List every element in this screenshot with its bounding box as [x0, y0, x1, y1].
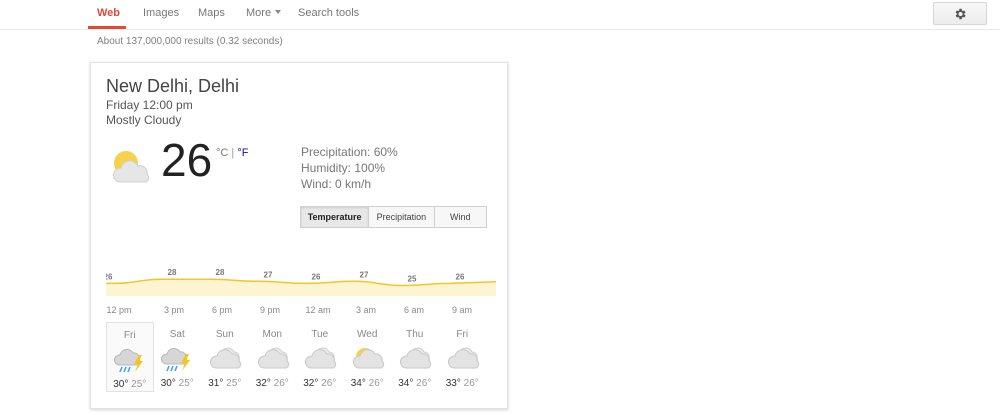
search-nav-bar: Web Images Maps More Search tools: [0, 0, 1000, 30]
cloudy-icon: [305, 347, 337, 369]
weather-card: New Delhi, Delhi Friday 12:00 pm Mostly …: [90, 62, 508, 409]
cloudy-icon: [400, 347, 432, 369]
temperature-view-button[interactable]: Temperature: [301, 207, 370, 227]
forecast-day[interactable]: Thu 34° 26°: [391, 322, 439, 392]
forecast-low: 26°: [416, 378, 432, 389]
forecast-day-name: Wed: [357, 329, 378, 340]
hour-tick-label: 6 pm: [211, 305, 233, 315]
forecast-day-name: Mon: [262, 329, 282, 340]
forecast-high: 32°: [255, 378, 271, 389]
forecast-day[interactable]: Wed 34° 26°: [344, 322, 392, 392]
cloudy-icon: [210, 347, 242, 369]
temperature-point-label: 28: [216, 268, 225, 277]
forecast-day[interactable]: Tue 32° 26°: [296, 322, 344, 392]
hour-tick-label: 3 am: [355, 305, 377, 315]
partly-cloudy-icon: [352, 348, 384, 369]
hourly-temperature-chart: 26 28 28 27 26 27 25 26: [106, 268, 496, 296]
forecast-high: 34°: [350, 378, 366, 389]
daily-forecast: Fri 30° 25° Sat 30° 25° Sun 31° 25° Mon 32° 26°…: [106, 322, 486, 392]
forecast-low: 26°: [368, 378, 384, 389]
forecast-low: 25°: [178, 378, 194, 389]
forecast-low: 25°: [131, 379, 147, 390]
hour-tick-label: 12 am: [305, 305, 331, 315]
forecast-temps: 34° 26°: [391, 378, 439, 389]
forecast-temps: 30° 25°: [107, 379, 153, 390]
forecast-temps: 32° 26°: [296, 378, 344, 389]
weather-stats: Precipitation: 60% Humidity: 100% Wind: …: [301, 145, 398, 193]
chart-view-toggle: Temperature Precipitation Wind: [300, 206, 487, 228]
tab-search-tools[interactable]: Search tools: [298, 7, 359, 19]
gear-icon: [955, 8, 966, 19]
forecast-low: 26°: [321, 378, 337, 389]
forecast-high: 30°: [113, 379, 129, 390]
forecast-day-name: Sun: [215, 329, 234, 340]
forecast-temps: 32° 26°: [249, 378, 297, 389]
tab-web[interactable]: Web: [97, 7, 120, 19]
forecast-day[interactable]: Sat 30° 25°: [154, 322, 202, 392]
forecast-temps: 30° 25°: [154, 378, 202, 389]
tab-maps[interactable]: Maps: [198, 7, 225, 19]
thunderstorm-icon: [160, 347, 190, 372]
forecast-temps: 34° 26°: [344, 378, 392, 389]
forecast-day-name: Thu: [406, 329, 424, 340]
thunderstorm-icon: [114, 348, 143, 373]
tab-more-label: More: [246, 7, 272, 19]
temperature-point-label: 27: [264, 270, 273, 279]
forecast-day[interactable]: Fri 33° 26°: [439, 322, 487, 392]
chevron-down-icon: [275, 10, 282, 14]
tab-more[interactable]: More: [246, 7, 282, 19]
wind-stat: Wind: 0 km/h: [301, 177, 372, 191]
temperature-point-label: 28: [168, 268, 177, 277]
temperature-point-label: 25: [408, 275, 417, 284]
forecast-high: 34°: [398, 378, 414, 389]
forecast-day-name: Fri: [123, 330, 136, 341]
humidity-stat: Humidity: 100%: [301, 161, 386, 175]
fahrenheit-link[interactable]: °F: [237, 147, 248, 159]
celsius-unit[interactable]: °C: [216, 147, 228, 159]
forecast-low: 25°: [226, 378, 242, 389]
forecast-high: 31°: [208, 378, 224, 389]
forecast-temps: 31° 25°: [201, 378, 249, 389]
current-temperature: 26: [161, 134, 213, 186]
precipitation-view-button[interactable]: Precipitation: [369, 207, 435, 227]
precipitation-stat: Precipitation: 60%: [301, 145, 398, 159]
forecast-day[interactable]: Sun 31° 25°: [201, 322, 249, 392]
weather-location: New Delhi, Delhi: [106, 76, 240, 96]
forecast-day-name: Sat: [169, 329, 185, 340]
forecast-low: 26°: [463, 378, 479, 389]
forecast-day-name: Tue: [311, 329, 329, 340]
forecast-temps: 33° 26°: [439, 378, 487, 389]
hour-tick-label: 9 pm: [259, 305, 281, 315]
hour-tick-label: 3 pm: [163, 305, 185, 315]
forecast-high: 32°: [303, 378, 319, 389]
settings-button[interactable]: [933, 2, 987, 25]
hour-tick-label: 9 am: [451, 305, 473, 315]
cloudy-icon: [257, 347, 289, 369]
wind-view-button[interactable]: Wind: [435, 207, 486, 227]
active-tab-indicator: [88, 26, 126, 29]
temperature-point-label: 26: [312, 272, 321, 281]
unit-switch: °C | °F: [216, 147, 248, 159]
unit-separator: |: [231, 147, 235, 159]
forecast-day[interactable]: Fri 30° 25°: [106, 322, 154, 392]
result-stats: About 137,000,000 results (0.32 seconds): [97, 36, 283, 47]
forecast-high: 33°: [445, 378, 461, 389]
cloudy-icon: [447, 347, 479, 369]
forecast-day[interactable]: Mon 32° 26°: [249, 322, 297, 392]
temperature-point-label: 26: [456, 272, 465, 281]
partly-cloudy-icon: [113, 151, 150, 183]
temperature-point-label: 26: [106, 272, 113, 281]
weather-condition: Mostly Cloudy: [106, 113, 182, 127]
temperature-point-label: 27: [360, 270, 369, 279]
forecast-low: 26°: [273, 378, 289, 389]
tab-images[interactable]: Images: [143, 7, 179, 19]
temperature-area: [106, 279, 496, 296]
hour-tick-label: 12 pm: [106, 305, 132, 315]
forecast-high: 30°: [160, 378, 176, 389]
forecast-day-name: Fri: [456, 329, 469, 340]
weather-datetime: Friday 12:00 pm: [106, 98, 193, 112]
hour-tick-label: 6 am: [403, 305, 425, 315]
hour-axis: 12 pm 3 pm 6 pm 9 pm 12 am 3 am 6 am 9 am: [106, 305, 496, 319]
